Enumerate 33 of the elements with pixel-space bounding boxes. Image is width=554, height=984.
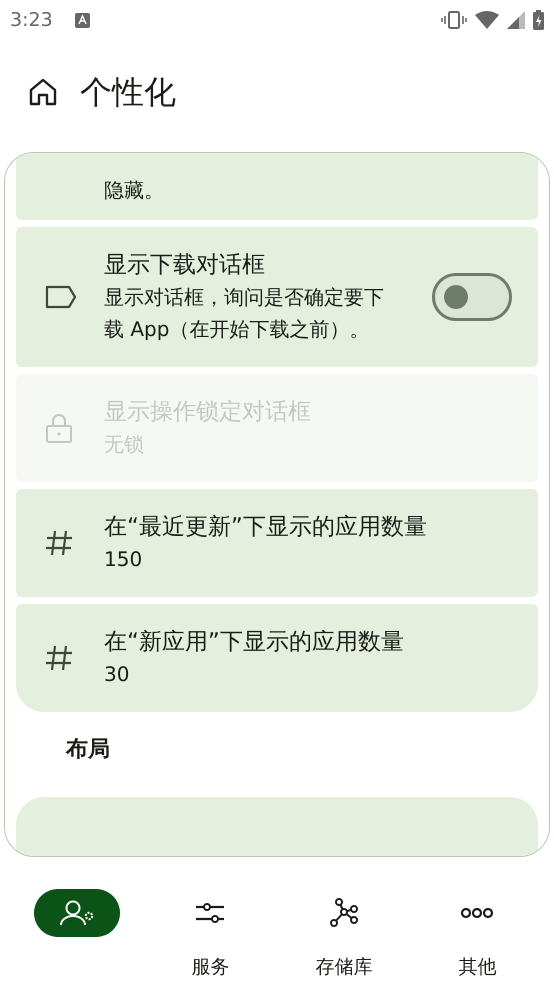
setting-card[interactable]: 隐藏。 xyxy=(16,153,538,220)
more-icon xyxy=(460,907,494,919)
wifi-icon xyxy=(475,11,499,29)
status-time: 3:23 xyxy=(10,8,53,33)
hash-icon xyxy=(44,528,74,558)
network-icon xyxy=(328,897,360,929)
setting-title: 显示下载对话框 xyxy=(104,251,266,280)
sliders-icon xyxy=(195,900,226,926)
setting-title: 在“新应用”下显示的应用数量 xyxy=(104,628,405,657)
section-title: 布局 xyxy=(66,736,110,764)
profile-settings-icon xyxy=(58,899,95,927)
setting-card[interactable]: 在“最近更新”下显示的应用数量 150 xyxy=(16,489,538,597)
home-icon xyxy=(28,77,58,107)
keyboard-icon xyxy=(74,12,90,28)
vibrate-icon xyxy=(441,11,467,29)
nav-item[interactable]: 服务 xyxy=(144,889,277,984)
battery-icon xyxy=(533,10,544,30)
lock-icon xyxy=(44,412,74,444)
signal-icon xyxy=(507,11,525,29)
setting-description: 30 xyxy=(104,661,130,688)
setting-card[interactable]: 在“新应用”下显示的应用数量 30 xyxy=(16,604,538,712)
setting-description: 150 xyxy=(104,546,144,573)
toggle-switch[interactable] xyxy=(432,273,512,321)
hash-icon xyxy=(44,643,74,673)
setting-title: 在“最近更新”下显示的应用数量 xyxy=(104,513,428,542)
setting-description: 隐藏。 xyxy=(104,177,165,204)
setting-card[interactable]: 显示下载对话框 显示对话框，询问是否确定要下载 App（在开始下载之前）。 xyxy=(16,227,538,367)
label-icon xyxy=(44,284,78,310)
nav-item[interactable]: 存储库 xyxy=(277,889,410,984)
setting-description: 显示对话框，询问是否确定要下载 App（在开始下载之前）。 xyxy=(104,284,385,343)
nav-item[interactable]: 其他 xyxy=(410,889,544,984)
home-button[interactable] xyxy=(28,77,58,107)
page-title: 个性化 xyxy=(80,72,176,113)
